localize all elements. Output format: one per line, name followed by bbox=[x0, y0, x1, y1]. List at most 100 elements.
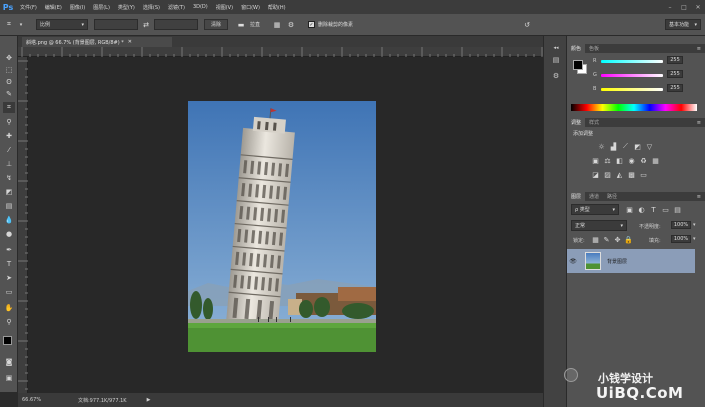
tab-channels[interactable]: 通道 bbox=[585, 192, 603, 201]
filter-smart-icon[interactable]: ▤ bbox=[673, 205, 682, 214]
crop-width-field[interactable] bbox=[94, 19, 138, 30]
document-image[interactable] bbox=[188, 101, 376, 352]
menu-3d[interactable]: 3D(D) bbox=[189, 4, 212, 10]
menu-image[interactable]: 图像(I) bbox=[66, 4, 89, 11]
brightness-contrast-icon[interactable]: ☼ bbox=[597, 142, 606, 151]
swap-icon[interactable]: ⇄ bbox=[141, 20, 151, 30]
panel-menu-icon[interactable]: ≡ bbox=[697, 46, 701, 52]
filter-adjustment-icon[interactable]: ◐ bbox=[637, 205, 646, 214]
clear-button[interactable]: 清除 bbox=[204, 19, 228, 30]
eyedropper-tool-icon[interactable]: ⚲ bbox=[3, 116, 15, 127]
straighten-label[interactable]: 拉直 bbox=[250, 21, 260, 28]
color-balance-icon[interactable]: ⚖ bbox=[603, 156, 612, 165]
filter-type-icon[interactable]: T bbox=[649, 205, 658, 214]
channel-b-value[interactable]: 255 bbox=[667, 84, 683, 92]
horizontal-ruler[interactable] bbox=[18, 47, 543, 57]
color-lookup-icon[interactable]: ▦ bbox=[651, 156, 660, 165]
marquee-tool-icon[interactable]: ⬚ bbox=[3, 64, 15, 75]
vibrance-icon[interactable]: ▽ bbox=[645, 142, 654, 151]
blend-mode-select[interactable]: 正常 ▾ bbox=[571, 220, 627, 231]
maximize-icon[interactable]: □ bbox=[679, 2, 689, 12]
document-size-info[interactable]: 文档:977.1K/977.1K bbox=[78, 397, 127, 404]
dodge-tool-icon[interactable]: ● bbox=[3, 228, 15, 239]
gear-icon[interactable]: ⚙ bbox=[286, 20, 296, 30]
brush-tool-icon[interactable]: ⁄ bbox=[3, 144, 15, 155]
history-brush-tool-icon[interactable]: ↯ bbox=[3, 172, 15, 183]
layer-name[interactable]: 背景图层 bbox=[607, 258, 627, 265]
zoom-tool-icon[interactable]: ⚲ bbox=[3, 316, 15, 327]
delete-cropped-checkbox[interactable]: ✓ bbox=[308, 21, 316, 28]
filter-pixel-icon[interactable]: ▣ bbox=[625, 205, 634, 214]
invert-icon[interactable]: ◪ bbox=[591, 170, 600, 179]
vertical-ruler[interactable] bbox=[18, 57, 28, 393]
channel-g-value[interactable]: 255 bbox=[667, 70, 683, 78]
posterize-icon[interactable]: ▨ bbox=[603, 170, 612, 179]
menu-select[interactable]: 选择(S) bbox=[139, 4, 164, 11]
blur-tool-icon[interactable]: 💧 bbox=[3, 214, 15, 225]
gradient-tool-icon[interactable]: ▤ bbox=[3, 200, 15, 211]
collapse-arrows-icon[interactable]: ◂◂ bbox=[550, 42, 562, 53]
workspace-select[interactable]: 基本功能 ▾ bbox=[665, 19, 701, 30]
fg-color-swatch[interactable] bbox=[573, 60, 583, 70]
history-panel-icon[interactable]: ▤ bbox=[550, 54, 562, 65]
minimize-icon[interactable]: – bbox=[665, 2, 675, 12]
pen-tool-icon[interactable]: ✒ bbox=[3, 244, 15, 255]
tab-adjustments[interactable]: 调整 bbox=[567, 118, 586, 127]
move-tool-icon[interactable]: ✥ bbox=[3, 52, 15, 63]
hue-saturation-icon[interactable]: ▣ bbox=[591, 156, 600, 165]
quick-select-tool-icon[interactable]: ✎ bbox=[3, 88, 15, 99]
opacity-value[interactable]: 100% bbox=[671, 221, 691, 229]
ratio-select[interactable]: 比例 ▾ bbox=[36, 19, 88, 30]
tab-color[interactable]: 颜色 bbox=[567, 44, 586, 53]
tab-paths[interactable]: 路径 bbox=[603, 192, 621, 201]
rectangle-tool-icon[interactable]: ▭ bbox=[3, 286, 15, 297]
threshold-icon[interactable]: ◭ bbox=[615, 170, 624, 179]
quick-mask-icon[interactable]: ◙ bbox=[3, 356, 15, 367]
straighten-icon[interactable]: ▬ bbox=[236, 20, 246, 30]
menu-view[interactable]: 视图(V) bbox=[212, 4, 237, 11]
levels-icon[interactable]: ▟ bbox=[609, 142, 618, 151]
lock-pixels-icon[interactable]: ✎ bbox=[602, 235, 611, 244]
color-spectrum-bar[interactable] bbox=[571, 104, 697, 111]
menu-help[interactable]: 帮助(H) bbox=[264, 4, 290, 11]
channel-g-slider[interactable] bbox=[601, 74, 663, 77]
filter-shape-icon[interactable]: ▭ bbox=[661, 205, 670, 214]
chevron-down-icon[interactable]: ▾ bbox=[693, 222, 696, 228]
hand-tool-icon[interactable]: ✋ bbox=[3, 302, 15, 313]
curves-icon[interactable]: ⟋ bbox=[621, 142, 630, 151]
screen-mode-icon[interactable]: ▣ bbox=[3, 372, 15, 383]
lasso-tool-icon[interactable]: ʘ bbox=[3, 76, 15, 87]
foreground-color-swatch[interactable] bbox=[3, 336, 12, 345]
crop-tool-icon[interactable]: ⌗ bbox=[4, 20, 14, 30]
crop-tool-icon[interactable]: ⌗ bbox=[3, 102, 15, 113]
path-select-tool-icon[interactable]: ➤ bbox=[3, 272, 15, 283]
tab-styles[interactable]: 样式 bbox=[585, 118, 603, 127]
close-tab-icon[interactable]: ✕ bbox=[128, 39, 132, 45]
menu-type[interactable]: 类型(Y) bbox=[114, 4, 139, 11]
selective-color-icon[interactable]: ▩ bbox=[627, 170, 636, 179]
status-menu-arrow-icon[interactable]: ▶ bbox=[147, 397, 151, 403]
channel-b-slider[interactable] bbox=[601, 88, 663, 91]
menu-filter[interactable]: 滤镜(T) bbox=[164, 4, 189, 11]
properties-panel-icon[interactable]: ⚙ bbox=[550, 70, 562, 81]
tab-swatches[interactable]: 色板 bbox=[585, 44, 603, 53]
close-icon[interactable]: ✕ bbox=[693, 2, 703, 12]
lock-transparency-icon[interactable]: ▦ bbox=[591, 235, 600, 244]
clone-stamp-tool-icon[interactable]: ⊥ bbox=[3, 158, 15, 169]
panel-menu-icon[interactable]: ≡ bbox=[697, 194, 701, 200]
channel-r-slider[interactable] bbox=[601, 60, 663, 63]
layer-filter-select[interactable]: ρ 类型 ▾ bbox=[571, 204, 619, 215]
exposure-icon[interactable]: ◩ bbox=[633, 142, 642, 151]
fill-value[interactable]: 100% bbox=[671, 235, 691, 243]
tool-preset-chevron-icon[interactable]: ▾ bbox=[16, 20, 26, 30]
crop-height-field[interactable] bbox=[154, 19, 198, 30]
reset-icon[interactable]: ↺ bbox=[522, 20, 532, 30]
eraser-tool-icon[interactable]: ◩ bbox=[3, 186, 15, 197]
menu-edit[interactable]: 编辑(E) bbox=[41, 4, 66, 11]
healing-brush-tool-icon[interactable]: ✚ bbox=[3, 130, 15, 141]
menu-layer[interactable]: 图层(L) bbox=[89, 4, 114, 11]
menu-file[interactable]: 文件(F) bbox=[16, 4, 41, 11]
menu-window[interactable]: 窗口(W) bbox=[237, 4, 264, 11]
black-white-icon[interactable]: ◧ bbox=[615, 156, 624, 165]
gradient-map-icon[interactable]: ▭ bbox=[639, 170, 648, 179]
